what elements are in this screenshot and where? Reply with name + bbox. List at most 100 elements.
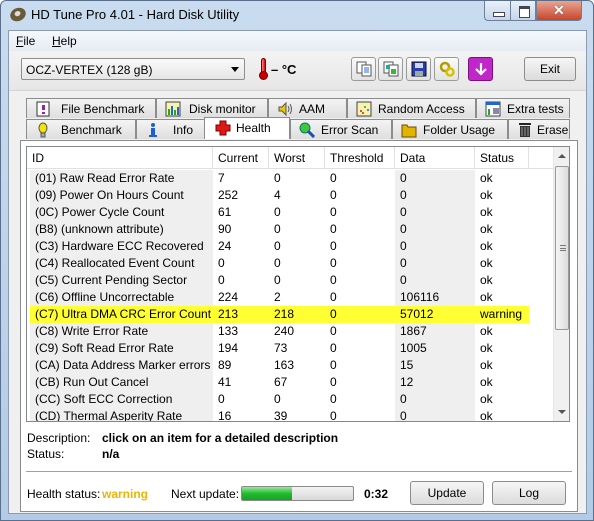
cell-status: ok: [480, 392, 493, 406]
table-row[interactable]: (0C) Power Cycle Count 61 0 0 0 ok: [27, 204, 554, 221]
table-row[interactable]: (C9) Soft Read Error Rate 194 73 0 1005 ok: [27, 340, 554, 357]
cell-threshold: 0: [330, 256, 337, 270]
scrollbar-thumb[interactable]: [555, 166, 569, 330]
copy-screenshot-button[interactable]: [378, 57, 403, 81]
maximize-button[interactable]: [510, 1, 536, 21]
tab-disk-monitor[interactable]: Disk monitor: [156, 98, 268, 118]
cell-current: 0: [218, 256, 225, 270]
table-row[interactable]: (CA) Data Address Marker errors 89 163 0 15 o…: [27, 357, 554, 374]
column-header-threshold[interactable]: Threshold: [325, 147, 395, 169]
log-button[interactable]: Log: [492, 481, 566, 505]
table-row[interactable]: (CB) Run Out Cancel 41 67 0 12 ok: [27, 374, 554, 391]
table-row[interactable]: (C7) Ultra DMA CRC Error Count 213 218 0 570…: [27, 306, 554, 323]
tab-strip: File Benchmark Disk monitor AAM Random A…: [9, 93, 586, 143]
table-row[interactable]: (C5) Current Pending Sector 0 0 0 0 ok: [27, 272, 554, 289]
menu-help-label: elp: [60, 34, 77, 48]
cell-data: 1867: [395, 323, 475, 340]
tab-extra-tests[interactable]: Extra tests: [476, 98, 570, 118]
status-label: Status:: [27, 447, 65, 461]
tab-health[interactable]: Health: [204, 117, 290, 139]
scroll-down-arrow-icon[interactable]: [558, 410, 566, 414]
cell-status: ok: [480, 324, 493, 338]
cell-worst: 0: [274, 273, 281, 287]
column-header-data[interactable]: Data: [395, 147, 475, 169]
cell-data: 57012: [395, 306, 475, 323]
table-row[interactable]: (C6) Offline Uncorrectable 224 2 0 106116 ok: [27, 289, 554, 306]
cell-status: ok: [480, 358, 493, 372]
cell-data: 0: [395, 187, 475, 204]
tab-label: Health: [236, 121, 271, 135]
table-row[interactable]: (CD) Thermal Asperity Rate 16 39 0 0 ok: [27, 408, 554, 422]
menu-bar: File Help: [9, 31, 586, 51]
cell-threshold: 0: [325, 306, 395, 323]
cell-threshold: 0: [330, 341, 337, 355]
grip-icon: [560, 245, 566, 251]
tab-folder-usage[interactable]: Folder Usage: [392, 119, 508, 139]
cell-worst: 73: [274, 341, 288, 355]
window-title: HD Tune Pro 4.01 - Hard Disk Utility: [31, 7, 240, 22]
hard-disk-icon: [8, 5, 28, 24]
tab-random-access[interactable]: Random Access: [347, 98, 476, 118]
column-header-id[interactable]: ID: [27, 147, 213, 169]
chevron-down-icon: [231, 67, 239, 72]
tab-error-scan[interactable]: Error Scan: [290, 119, 392, 139]
drive-select-value: OCZ-VERTEX (128 gB): [26, 63, 153, 77]
cell-current: 16: [218, 409, 232, 422]
cell-worst: 39: [274, 409, 288, 422]
tab-label: Disk monitor: [189, 102, 256, 116]
minimize-button[interactable]: [484, 1, 511, 21]
title-bar[interactable]: HD Tune Pro 4.01 - Hard Disk Utility ✕: [1, 1, 593, 29]
cell-worst: 240: [274, 324, 295, 338]
menu-help[interactable]: Help: [52, 34, 77, 48]
download-button[interactable]: [468, 57, 493, 81]
copy-text-button[interactable]: [351, 57, 376, 81]
update-button[interactable]: Update: [410, 481, 484, 505]
close-button[interactable]: ✕: [536, 1, 582, 21]
cell-data: 0: [395, 221, 475, 238]
tab-erase[interactable]: Erase: [508, 119, 570, 139]
save-button[interactable]: [406, 57, 431, 81]
table-row[interactable]: (C4) Reallocated Event Count 0 0 0 0 ok: [27, 255, 554, 272]
drive-select[interactable]: OCZ-VERTEX (128 gB): [21, 58, 245, 80]
cell-status: ok: [480, 188, 493, 202]
tab-label: Info: [173, 123, 194, 137]
tab-info[interactable]: Info: [136, 119, 205, 139]
options-button[interactable]: [434, 57, 459, 81]
cell-id: (CB) Run Out Cancel: [30, 374, 213, 391]
tab-file-benchmark[interactable]: File Benchmark: [26, 98, 156, 118]
next-update-progress: [241, 486, 354, 501]
table-row[interactable]: (C8) Write Error Rate 133 240 0 1867 ok: [27, 323, 554, 340]
cell-worst: 0: [274, 205, 281, 219]
cell-current: 194: [218, 341, 239, 355]
next-update-label: Next update:: [171, 487, 240, 501]
client-area: File Help OCZ-VERTEX (128 gB) – °C Exit …: [8, 30, 587, 514]
cell-status: ok: [480, 222, 493, 236]
table-row[interactable]: (01) Raw Read Error Rate 7 0 0 0 ok: [27, 170, 554, 187]
cell-status: ok: [480, 256, 493, 270]
column-header-status[interactable]: Status: [475, 147, 529, 169]
cell-threshold: 0: [330, 392, 337, 406]
column-header-worst[interactable]: Worst: [269, 147, 325, 169]
cell-current: 0: [218, 273, 225, 287]
tab-benchmark[interactable]: Benchmark: [26, 119, 136, 139]
table-row[interactable]: (C3) Hardware ECC Recovered 24 0 0 0 ok: [27, 238, 554, 255]
table-row[interactable]: (09) Power On Hours Count 252 4 0 0 ok: [27, 187, 554, 204]
tab-label: Error Scan: [321, 123, 379, 137]
exit-button[interactable]: Exit: [524, 57, 576, 81]
info-icon: [149, 123, 157, 137]
cell-id: (C3) Hardware ECC Recovered: [30, 238, 213, 255]
table-row[interactable]: (B8) (unknown attribute) 90 0 0 0 ok: [27, 221, 554, 238]
cell-data: 0: [395, 408, 475, 421]
table-row[interactable]: (CC) Soft ECC Correction 0 0 0 0 ok: [27, 391, 554, 408]
cell-threshold: 0: [330, 188, 337, 202]
thermometer-icon: [259, 58, 268, 80]
column-header-current[interactable]: Current: [213, 147, 269, 169]
scroll-up-arrow-icon[interactable]: [558, 154, 566, 158]
vertical-scrollbar[interactable]: [553, 147, 569, 421]
cell-threshold: 0: [330, 273, 337, 287]
cell-current: 24: [218, 239, 232, 253]
cell-worst: 4: [274, 188, 281, 202]
folder-icon: [401, 124, 417, 138]
tab-aam[interactable]: AAM: [268, 98, 347, 118]
menu-file[interactable]: File: [16, 34, 35, 48]
